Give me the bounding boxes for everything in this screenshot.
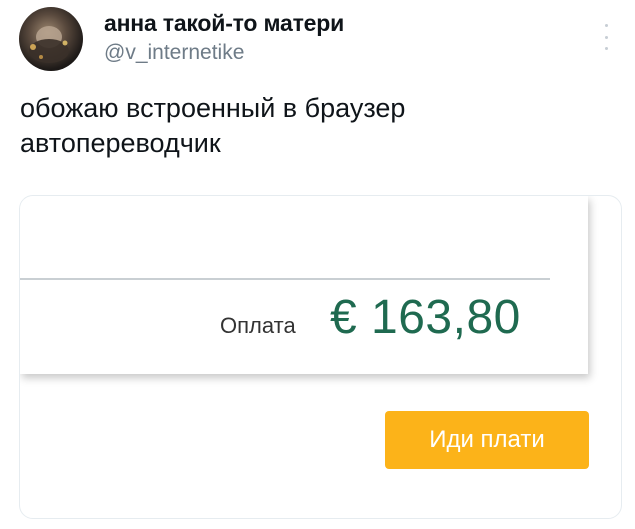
pay-button[interactable]: Иди плати	[385, 411, 589, 469]
tweet: анна такой-то матери @v_internetike обож…	[0, 0, 635, 529]
author-display-name[interactable]: анна такой-то матери	[104, 10, 344, 37]
avatar-photo	[29, 26, 69, 63]
payment-label: Оплата	[220, 313, 296, 338]
divider	[20, 278, 550, 280]
payment-amount: € 163,80	[330, 291, 521, 344]
tweet-text-line: обожаю встроенный в браузер	[20, 93, 406, 123]
dot	[604, 47, 608, 50]
more-vertical-icon[interactable]	[596, 24, 616, 50]
author-handle[interactable]: @v_internetike	[104, 41, 244, 65]
tweet-text: обожаю встроенный в браузер автопереводч…	[20, 91, 600, 161]
avatar[interactable]	[19, 7, 83, 71]
payment-card: Оплата € 163,80	[20, 196, 588, 374]
dot	[604, 35, 608, 39]
tweet-text-line: автопереводчик	[20, 128, 221, 158]
tweet-media-image[interactable]: Оплата € 163,80 Иди плати	[19, 195, 622, 519]
dot	[604, 24, 608, 27]
